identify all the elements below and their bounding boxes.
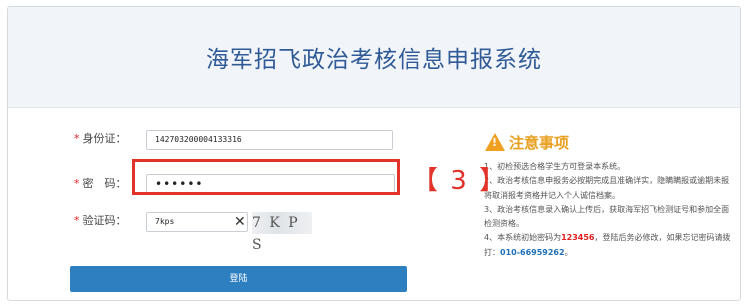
id-label-text: 身份证：: [82, 132, 127, 145]
header: 海军招飞政治考核信息申报系统: [8, 7, 740, 108]
id-label: * 身份证：: [74, 128, 144, 150]
password-highlight-box: [132, 159, 400, 195]
captcha-input[interactable]: 7kps: [146, 212, 248, 232]
notice-list: 1、初检预选合格学生方可登录本系统。 2、政治考核信息申报务必按期完成且准确详实…: [484, 160, 734, 260]
notice-item: 1、初检预选合格学生方可登录本系统。: [484, 162, 626, 171]
clear-icon[interactable]: ✕: [234, 214, 246, 230]
captcha-label: * 验证码：: [74, 210, 144, 232]
id-input[interactable]: 142703200004133316: [146, 130, 393, 150]
notice-item: 3、政治考核信息录入确认上传后，获取海军招飞检测证号和参加全面检测资格。: [484, 204, 730, 229]
notice-item-4-suffix: 。: [564, 247, 573, 257]
notice-item: 2、政治考核信息申报务必按期完成且准确详实，隐瞒瞒报或逾期未报将取消报考资格并记…: [484, 176, 730, 200]
required-mark: *: [74, 132, 80, 145]
initial-password: 123456: [561, 233, 595, 243]
password-label-text: 密 码：: [82, 177, 127, 190]
required-mark: *: [74, 214, 80, 227]
support-phone: 010-66959262: [500, 247, 565, 257]
step-annotation: 【 3 】: [412, 166, 508, 196]
captcha-label-text: 验证码：: [82, 214, 127, 227]
warning-icon: [485, 133, 505, 151]
login-button[interactable]: 登陆: [70, 266, 407, 292]
page-title: 海军招飞政治考核信息申报系统: [206, 47, 542, 73]
notice-item-4-prefix: 4、本系统初始密码为: [484, 233, 562, 243]
required-mark: *: [74, 177, 80, 190]
login-panel: 海军招飞政治考核信息申报系统 * 身份证： 142703200004133316 …: [7, 6, 741, 301]
notice-title: 注意事项: [509, 134, 570, 152]
notice-item: 4、本系统初始密码为123456，登陆后务必修改，如果忘记密码请拨打：010-6…: [484, 231, 734, 260]
captcha-image[interactable]: 7 K P S: [252, 212, 312, 253]
